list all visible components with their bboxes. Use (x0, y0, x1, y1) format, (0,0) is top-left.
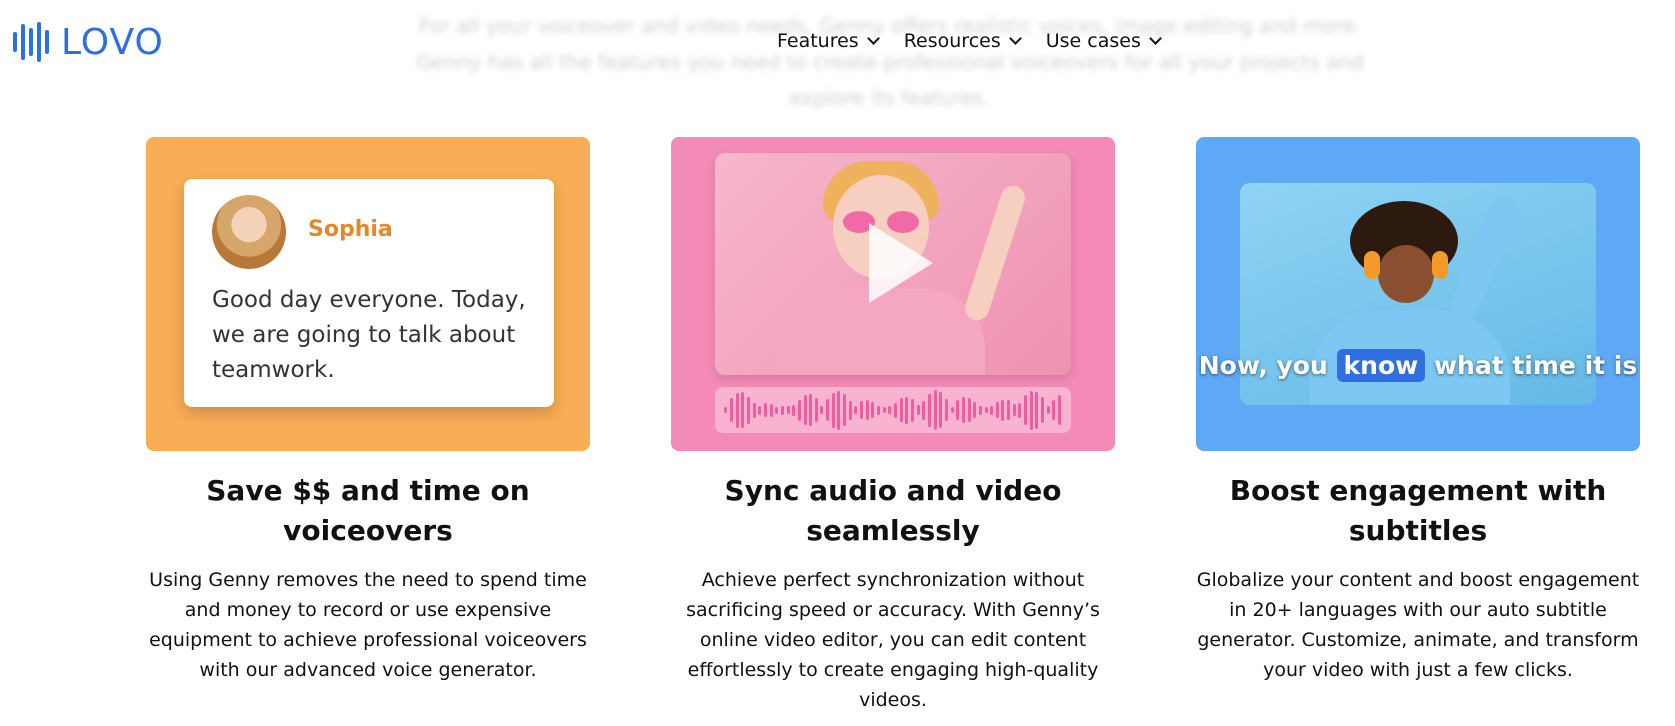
card-description: Globalize your content and boost engagem… (1196, 569, 1640, 681)
lovo-waveform-logo-icon (13, 20, 49, 64)
card-description: Using Genny removes the need to spend ti… (149, 569, 587, 681)
feature-card-voiceovers: Sophia Good day everyone. Today, we are … (146, 137, 590, 685)
speaker-name: Sophia (308, 217, 393, 242)
chevron-down-icon (866, 32, 880, 45)
nav-features-label: Features (777, 30, 859, 52)
video-thumbnail[interactable] (715, 153, 1071, 375)
card-title: Boost engagement with subtitles (1229, 474, 1607, 547)
nav-use-cases-dropdown[interactable]: Use cases (1045, 30, 1162, 52)
subtitle-before: Now, you (1198, 351, 1328, 380)
speech-text: Good day everyone. Today, we are going t… (212, 287, 526, 383)
nav-resources-label: Resources (903, 30, 1001, 52)
brand-name: LOVO (61, 21, 164, 63)
chevron-down-icon (1149, 32, 1162, 45)
card-title: Save $$ and time on voiceovers (206, 474, 530, 547)
subtitle-after: what time it is (1433, 351, 1638, 380)
feature-card-subtitles: Now, you know what time it is Boost enga… (1196, 137, 1640, 685)
subtitle-caption: Now, you know what time it is (1196, 349, 1640, 382)
headphones-icon (1364, 251, 1448, 291)
chat-bubble: Sophia Good day everyone. Today, we are … (184, 179, 554, 407)
main-menu: Features Resources Use cases (777, 30, 1162, 52)
feature-card-sync: Sync audio and video seamlessly Achieve … (671, 137, 1115, 715)
nav-use-cases-label: Use cases (1045, 30, 1141, 52)
chevron-down-icon (1008, 32, 1022, 45)
video-sync-illustration (671, 137, 1115, 451)
subtitle-illustration: Now, you know what time it is (1196, 137, 1640, 451)
avatar (212, 195, 286, 269)
voiceover-illustration: Sophia Good day everyone. Today, we are … (146, 137, 590, 451)
card-title: Sync audio and video seamlessly (724, 474, 1062, 547)
play-icon[interactable] (869, 223, 933, 303)
top-navigation: LOVO Features Resources Use cases (0, 0, 1675, 86)
person-arm (1446, 192, 1522, 324)
card-description: Achieve perfect synchronization without … (686, 569, 1100, 711)
audio-waveform (715, 387, 1071, 433)
nav-features-dropdown[interactable]: Features (777, 30, 880, 52)
person-arm (961, 182, 1029, 324)
nav-resources-dropdown[interactable]: Resources (903, 30, 1022, 52)
brand-logo[interactable]: LOVO (13, 20, 164, 64)
subtitle-highlight-word: know (1336, 349, 1426, 382)
